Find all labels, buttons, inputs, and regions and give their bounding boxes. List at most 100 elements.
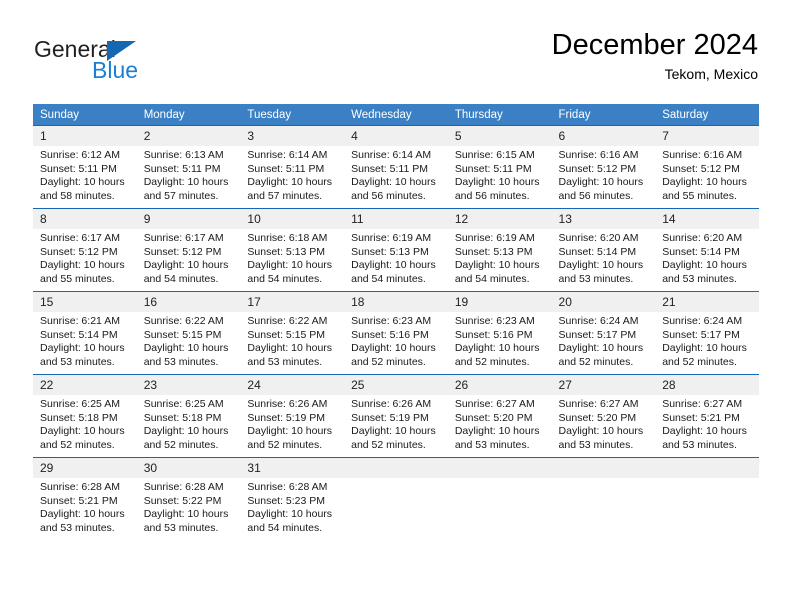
day-cell[interactable]: 15 Sunrise: 6:21 AM Sunset: 5:14 PM Dayl… <box>33 291 137 375</box>
day-cell[interactable]: 24 Sunrise: 6:26 AM Sunset: 5:19 PM Dayl… <box>240 374 345 458</box>
day-cell[interactable]: 2 Sunrise: 6:13 AM Sunset: 5:11 PM Dayli… <box>136 125 241 209</box>
day-cell[interactable]: 6 Sunrise: 6:16 AM Sunset: 5:12 PM Dayli… <box>551 125 656 209</box>
day-cell[interactable]: 11 Sunrise: 6:19 AM Sunset: 5:13 PM Dayl… <box>344 208 448 292</box>
daylight-line-2: and 52 minutes. <box>247 438 323 451</box>
daylight-line-1: Daylight: 10 hours <box>247 425 333 438</box>
sunrise-text: Sunrise: 6:15 AM <box>454 149 535 161</box>
day-cell[interactable]: 14 Sunrise: 6:20 AM Sunset: 5:14 PM Dayl… <box>655 208 759 292</box>
daylight-line-2: and 52 minutes. <box>558 355 634 368</box>
day-details: Sunrise: 6:22 AM Sunset: 5:15 PM Dayligh… <box>240 312 344 369</box>
day-number: 2 <box>136 126 241 146</box>
sunrise-text: Sunrise: 6:27 AM <box>558 398 639 410</box>
sunrise-text: Sunrise: 6:19 AM <box>351 232 432 244</box>
day-details: Sunrise: 6:28 AM Sunset: 5:23 PM Dayligh… <box>240 478 344 535</box>
day-cell[interactable]: 5 Sunrise: 6:15 AM Sunset: 5:11 PM Dayli… <box>447 125 552 209</box>
day-cell[interactable]: 22 Sunrise: 6:25 AM Sunset: 5:18 PM Dayl… <box>33 374 137 458</box>
day-cell[interactable]: 30 Sunrise: 6:28 AM Sunset: 5:22 PM Dayl… <box>136 457 241 540</box>
day-number: 27 <box>551 375 656 395</box>
day-number: 28 <box>655 375 759 395</box>
daylight-line-2: and 57 minutes. <box>143 189 219 202</box>
logo-text-blue: Blue <box>92 57 139 83</box>
day-details: Sunrise: 6:22 AM Sunset: 5:15 PM Dayligh… <box>137 312 241 369</box>
day-number: 30 <box>136 458 241 478</box>
sunset-text: Sunset: 5:13 PM <box>247 245 326 258</box>
day-cell[interactable]: 17 Sunrise: 6:22 AM Sunset: 5:15 PM Dayl… <box>240 291 345 375</box>
calendar-body: 1 Sunrise: 6:12 AM Sunset: 5:11 PM Dayli… <box>33 125 759 540</box>
daylight-line-1: Daylight: 10 hours <box>558 342 644 355</box>
day-cell[interactable]: 16 Sunrise: 6:22 AM Sunset: 5:15 PM Dayl… <box>136 291 241 375</box>
daylight-line-2: and 53 minutes. <box>662 272 737 285</box>
day-cell[interactable]: 28 Sunrise: 6:27 AM Sunset: 5:21 PM Dayl… <box>655 374 759 458</box>
sunrise-text: Sunrise: 6:28 AM <box>247 481 328 493</box>
day-cell[interactable]: 3 Sunrise: 6:14 AM Sunset: 5:11 PM Dayli… <box>240 125 345 209</box>
day-cell[interactable]: 20 Sunrise: 6:24 AM Sunset: 5:17 PM Dayl… <box>551 291 656 375</box>
day-number: 18 <box>344 292 448 312</box>
sunset-text: Sunset: 5:14 PM <box>558 245 637 258</box>
day-cell[interactable]: 9 Sunrise: 6:17 AM Sunset: 5:12 PM Dayli… <box>136 208 241 292</box>
day-number: 9 <box>136 209 241 229</box>
weekday-header-friday: Friday <box>551 104 656 126</box>
day-number <box>447 458 552 478</box>
day-cell[interactable]: 12 Sunrise: 6:19 AM Sunset: 5:13 PM Dayl… <box>447 208 552 292</box>
sunrise-text: Sunrise: 6:18 AM <box>247 232 328 244</box>
day-cell[interactable]: 19 Sunrise: 6:23 AM Sunset: 5:16 PM Dayl… <box>447 291 552 375</box>
sunrise-text: Sunrise: 6:19 AM <box>454 232 535 244</box>
daylight-line-2: and 54 minutes. <box>351 272 426 285</box>
sunset-text: Sunset: 5:20 PM <box>558 411 637 424</box>
daylight-line-1: Daylight: 10 hours <box>143 508 229 521</box>
daylight-line-1: Daylight: 10 hours <box>143 176 229 189</box>
daylight-line-2: and 53 minutes. <box>247 355 323 368</box>
daylight-line-1: Daylight: 10 hours <box>558 176 644 189</box>
day-number: 23 <box>136 375 241 395</box>
day-cell[interactable]: 25 Sunrise: 6:26 AM Sunset: 5:19 PM Dayl… <box>344 374 448 458</box>
day-cell[interactable]: 10 Sunrise: 6:18 AM Sunset: 5:13 PM Dayl… <box>240 208 345 292</box>
sunset-text: Sunset: 5:14 PM <box>662 245 740 258</box>
sunrise-text: Sunrise: 6:26 AM <box>247 398 328 410</box>
daylight-line-1: Daylight: 10 hours <box>662 425 747 438</box>
sunrise-text: Sunrise: 6:20 AM <box>662 232 743 244</box>
day-cell[interactable]: 1 Sunrise: 6:12 AM Sunset: 5:11 PM Dayli… <box>33 125 137 209</box>
day-number <box>344 458 448 478</box>
daylight-line-1: Daylight: 10 hours <box>454 176 540 189</box>
sunrise-text: Sunrise: 6:24 AM <box>558 315 639 327</box>
day-details: Sunrise: 6:27 AM Sunset: 5:21 PM Dayligh… <box>655 395 759 452</box>
calendar-grid: Sunday Monday Tuesday Wednesday Thursday… <box>33 104 759 540</box>
day-cell[interactable]: 8 Sunrise: 6:17 AM Sunset: 5:12 PM Dayli… <box>33 208 137 292</box>
general-blue-logo[interactable]: General Blue <box>34 36 254 88</box>
day-details: Sunrise: 6:21 AM Sunset: 5:14 PM Dayligh… <box>33 312 137 369</box>
day-cell[interactable]: 29 Sunrise: 6:28 AM Sunset: 5:21 PM Dayl… <box>33 457 137 540</box>
sunrise-text: Sunrise: 6:28 AM <box>40 481 120 493</box>
page-title: December 2024 <box>551 29 758 61</box>
sunrise-text: Sunrise: 6:22 AM <box>247 315 328 327</box>
day-cell-empty <box>551 457 656 540</box>
page-header: General Blue December 2024 Tekom, Mexico <box>34 28 758 90</box>
day-cell[interactable]: 4 Sunrise: 6:14 AM Sunset: 5:11 PM Dayli… <box>344 125 448 209</box>
day-details: Sunrise: 6:28 AM Sunset: 5:21 PM Dayligh… <box>33 478 137 535</box>
sunset-text: Sunset: 5:18 PM <box>143 411 222 424</box>
day-details: Sunrise: 6:14 AM Sunset: 5:11 PM Dayligh… <box>344 146 448 203</box>
day-cell[interactable]: 23 Sunrise: 6:25 AM Sunset: 5:18 PM Dayl… <box>136 374 241 458</box>
day-number: 17 <box>240 292 345 312</box>
sunset-text: Sunset: 5:19 PM <box>351 411 429 424</box>
day-cell[interactable]: 7 Sunrise: 6:16 AM Sunset: 5:12 PM Dayli… <box>655 125 759 209</box>
daylight-line-2: and 52 minutes. <box>351 355 426 368</box>
sunrise-text: Sunrise: 6:25 AM <box>40 398 120 410</box>
day-number <box>655 458 759 478</box>
daylight-line-2: and 53 minutes. <box>558 272 634 285</box>
day-cell[interactable]: 13 Sunrise: 6:20 AM Sunset: 5:14 PM Dayl… <box>551 208 656 292</box>
day-number: 24 <box>240 375 345 395</box>
week-row: 22 Sunrise: 6:25 AM Sunset: 5:18 PM Dayl… <box>33 374 759 458</box>
day-cell-empty <box>655 457 759 540</box>
day-cell[interactable]: 31 Sunrise: 6:28 AM Sunset: 5:23 PM Dayl… <box>240 457 345 540</box>
day-cell[interactable]: 21 Sunrise: 6:24 AM Sunset: 5:17 PM Dayl… <box>655 291 759 375</box>
day-cell[interactable]: 18 Sunrise: 6:23 AM Sunset: 5:16 PM Dayl… <box>344 291 448 375</box>
daylight-line-1: Daylight: 10 hours <box>247 176 333 189</box>
daylight-line-2: and 54 minutes. <box>247 272 323 285</box>
day-cell-empty <box>447 457 552 540</box>
day-number: 16 <box>136 292 241 312</box>
sunset-text: Sunset: 5:11 PM <box>40 162 117 175</box>
sunrise-text: Sunrise: 6:23 AM <box>351 315 432 327</box>
sunset-text: Sunset: 5:17 PM <box>662 328 740 341</box>
day-cell[interactable]: 26 Sunrise: 6:27 AM Sunset: 5:20 PM Dayl… <box>447 374 552 458</box>
day-cell[interactable]: 27 Sunrise: 6:27 AM Sunset: 5:20 PM Dayl… <box>551 374 656 458</box>
